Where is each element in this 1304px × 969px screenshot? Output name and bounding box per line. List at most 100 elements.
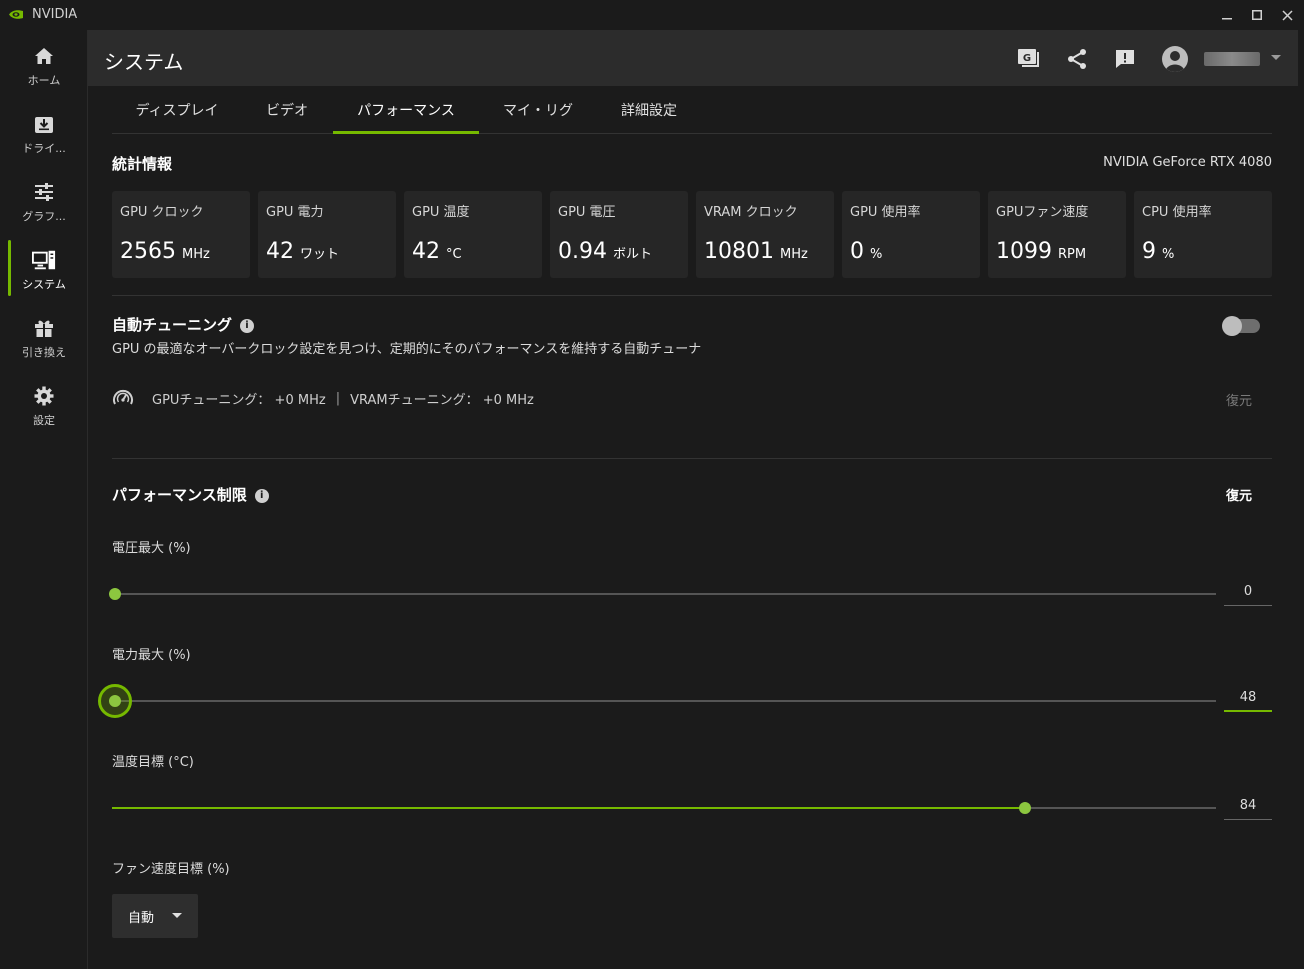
stats-title: 統計情報 bbox=[112, 155, 173, 173]
stat-label: GPU 電圧 bbox=[558, 205, 616, 220]
voltage-max-slider[interactable] bbox=[109, 588, 1216, 600]
auto-tuning-toggle[interactable] bbox=[1222, 316, 1260, 336]
share-button[interactable] bbox=[1064, 46, 1090, 72]
chevron-down-icon bbox=[172, 913, 182, 918]
nav-label-system: システム bbox=[22, 278, 66, 291]
maximize-button[interactable] bbox=[1244, 4, 1270, 26]
nav-item-graphics[interactable]: グラフ... bbox=[0, 172, 88, 232]
stat-number: 42 bbox=[266, 239, 294, 264]
share-icon bbox=[1068, 49, 1086, 69]
nav-item-system[interactable]: システム bbox=[0, 240, 88, 300]
auto-tuning-title-text: 自動チューニング bbox=[112, 316, 233, 334]
stat-label: CPU 使用率 bbox=[1142, 205, 1212, 220]
nav-item-settings[interactable]: 設定 bbox=[0, 376, 88, 436]
perf-limits-restore-button[interactable]: 復元 bbox=[1226, 485, 1252, 504]
stat-label: GPUファン速度 bbox=[996, 205, 1089, 220]
user-avatar-icon[interactable] bbox=[1162, 46, 1188, 72]
stat-number: 42 bbox=[412, 239, 440, 264]
slider-thumb[interactable] bbox=[98, 684, 132, 718]
stat-unit: °C bbox=[446, 247, 462, 262]
info-icon[interactable]: i bbox=[254, 488, 269, 503]
stat-number: 2565 bbox=[120, 239, 176, 264]
stat-card-gpu-power: GPU 電力 42 ワット bbox=[258, 191, 396, 278]
main-content: ディスプレイ ビデオ パフォーマンス マイ・リグ 詳細設定 統計情報 NVIDI… bbox=[88, 86, 1298, 969]
auto-tuning-restore-button[interactable]: 復元 bbox=[1226, 390, 1252, 409]
tab-display[interactable]: ディスプレイ bbox=[112, 100, 242, 134]
stat-value: 0.94 ボルト bbox=[558, 239, 652, 264]
nav-item-drivers[interactable]: ドライ... bbox=[0, 104, 88, 164]
power-max-slider[interactable] bbox=[98, 684, 1216, 718]
chevron-down-icon[interactable] bbox=[1270, 54, 1282, 62]
stat-label: GPU クロック bbox=[120, 205, 204, 220]
stat-unit: % bbox=[870, 247, 883, 262]
divider bbox=[112, 458, 1272, 459]
graphics-sliders-icon bbox=[32, 180, 56, 204]
slider-thumb[interactable] bbox=[109, 588, 121, 600]
auto-tuning-title: 自動チューニング i bbox=[112, 314, 255, 335]
stat-unit: RPM bbox=[1058, 247, 1087, 262]
tab-label: マイ・リグ bbox=[503, 103, 573, 119]
nav-item-redeem[interactable]: 引き換え bbox=[0, 308, 88, 368]
gift-icon bbox=[32, 316, 56, 340]
stat-card-vram-clock: VRAM クロック 10801 MHz bbox=[696, 191, 834, 278]
tuning-status-row: GPUチューニング： +0 MHz | VRAMチューニング： +0 MHz bbox=[112, 386, 534, 410]
stat-unit: ワット bbox=[300, 247, 340, 262]
stat-value: 1099 RPM bbox=[996, 239, 1086, 264]
tab-label: 詳細設定 bbox=[621, 103, 677, 119]
page-header: システム G bbox=[88, 30, 1298, 86]
stat-value: 9% bbox=[1142, 239, 1174, 264]
svg-text:G: G bbox=[1023, 53, 1031, 64]
app-window: NVIDIA ホーム ドライ... グラフ... システム 引き換え 設定 シス… bbox=[0, 0, 1304, 969]
divider bbox=[112, 295, 1272, 296]
nav-label-graphics: グラフ... bbox=[22, 210, 66, 223]
vram-tuning-value: VRAMチューニング： +0 MHz bbox=[350, 392, 534, 408]
tab-video[interactable]: ビデオ bbox=[242, 100, 332, 134]
info-icon[interactable]: i bbox=[240, 318, 255, 333]
nav-label-drivers: ドライ... bbox=[22, 142, 66, 155]
feedback-button[interactable] bbox=[1112, 46, 1138, 72]
nav-item-home[interactable]: ホーム bbox=[0, 36, 88, 96]
temp-target-slider[interactable] bbox=[112, 802, 1216, 814]
dropdown-selected: 自動 bbox=[128, 910, 155, 926]
tab-performance[interactable]: パフォーマンス bbox=[333, 100, 479, 134]
separator: | bbox=[335, 390, 341, 406]
temp-target-value[interactable]: 84 bbox=[1224, 796, 1272, 820]
minimize-button[interactable] bbox=[1214, 4, 1240, 26]
stat-number: 1099 bbox=[996, 239, 1052, 264]
left-nav: ホーム ドライ... グラフ... システム 引き換え 設定 bbox=[0, 30, 88, 969]
toggle-knob bbox=[1222, 316, 1242, 336]
stat-number: 10801 bbox=[704, 239, 774, 264]
tab-advanced[interactable]: 詳細設定 bbox=[597, 100, 701, 134]
slider-fill bbox=[112, 807, 1022, 809]
auto-tuning-description: GPU の最適なオーバークロック設定を見つけ、定期的にそのパフォーマンスを維持す… bbox=[112, 342, 702, 357]
tab-my-rig[interactable]: マイ・リグ bbox=[479, 100, 597, 134]
username-redacted bbox=[1204, 52, 1260, 66]
nvidia-logo-icon bbox=[9, 10, 23, 19]
perf-limits-title-text: パフォーマンス制限 bbox=[112, 486, 247, 504]
feedback-icon bbox=[1116, 50, 1134, 68]
stat-value: 0% bbox=[850, 239, 882, 264]
title-bar: NVIDIA bbox=[0, 0, 1304, 30]
gear-icon bbox=[32, 384, 56, 408]
close-button[interactable] bbox=[1274, 4, 1300, 26]
tab-label: パフォーマンス bbox=[357, 103, 455, 119]
scrollbar[interactable] bbox=[1298, 30, 1304, 969]
tab-label: ディスプレイ bbox=[135, 103, 219, 119]
stat-card-fan-speed: GPUファン速度 1099 RPM bbox=[988, 191, 1126, 278]
temp-target-label: 温度目標 (°C) bbox=[112, 755, 194, 770]
stat-unit: MHz bbox=[780, 247, 808, 262]
voltage-max-value[interactable]: 0 bbox=[1224, 582, 1272, 606]
power-max-value[interactable]: 48 bbox=[1224, 688, 1272, 712]
slider-thumb[interactable] bbox=[1019, 802, 1031, 814]
game-filter-button[interactable]: G bbox=[1016, 46, 1042, 72]
stat-card-gpu-clock: GPU クロック 2565 MHz bbox=[112, 191, 250, 278]
stat-value: 2565 MHz bbox=[120, 239, 210, 264]
tab-bar: ディスプレイ ビデオ パフォーマンス マイ・リグ 詳細設定 bbox=[112, 86, 1272, 134]
stat-value: 10801 MHz bbox=[704, 239, 808, 264]
fan-speed-dropdown[interactable]: 自動 bbox=[112, 894, 198, 938]
stat-label: GPU 使用率 bbox=[850, 205, 921, 220]
stat-label: GPU 電力 bbox=[266, 205, 324, 220]
stat-card-gpu-voltage: GPU 電圧 0.94 ボルト bbox=[550, 191, 688, 278]
perf-limits-title: パフォーマンス制限 i bbox=[112, 484, 269, 505]
stat-card-cpu-usage: CPU 使用率 9% bbox=[1134, 191, 1272, 278]
